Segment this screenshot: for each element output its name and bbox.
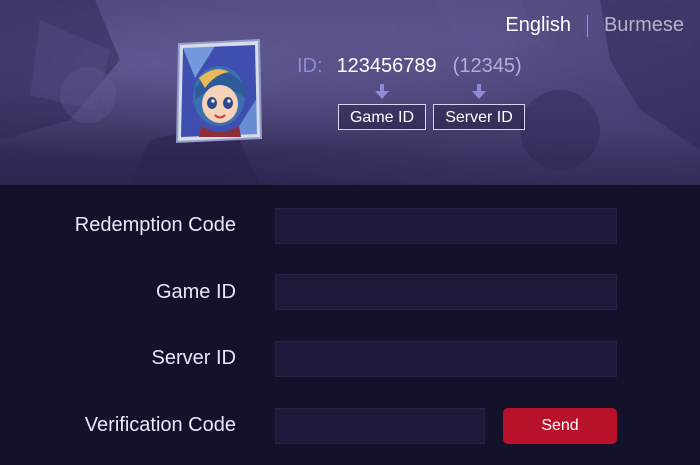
server-id-input[interactable]: [275, 341, 617, 377]
game-id-hint: Game ID: [338, 104, 426, 130]
redemption-code-input[interactable]: [275, 208, 617, 244]
language-divider: [586, 14, 588, 37]
player-id-line: ID: 123456789 (12345): [297, 55, 522, 78]
send-button[interactable]: Send: [503, 408, 617, 444]
server-id-value: (12345): [452, 55, 522, 77]
language-english[interactable]: English: [505, 14, 571, 37]
language-burmese[interactable]: Burmese: [604, 14, 684, 37]
server-id-label: Server ID: [151, 347, 236, 369]
game-id-input[interactable]: [275, 274, 617, 310]
game-id-value: 123456789: [336, 55, 437, 77]
redemption-code-label: Redemption Code: [74, 214, 236, 236]
language-switcher: English Burmese: [505, 14, 684, 37]
arrow-down-icon: [375, 84, 389, 99]
verification-code-label: Verification Code: [84, 414, 236, 436]
player-avatar: [175, 38, 263, 144]
arrow-down-icon: [472, 84, 486, 99]
game-id-label: Game ID: [155, 281, 236, 303]
server-id-hint: Server ID: [433, 104, 525, 130]
redeem-page: English Burmese ID: 123456789 (12345) Ga…: [0, 0, 700, 465]
verification-code-input[interactable]: [275, 408, 485, 444]
id-label: ID:: [297, 55, 323, 77]
